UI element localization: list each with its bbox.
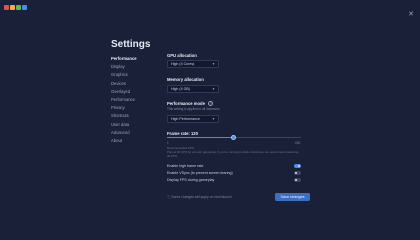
performance-mode-select[interactable]: High Performance ▼ [167, 115, 219, 123]
toggle-knob [294, 171, 298, 175]
memory-allocation-select[interactable]: High (4 GB) ▼ [167, 85, 219, 93]
logo-icon [4, 5, 27, 10]
performance-mode-label-text: Performance mode [167, 101, 205, 106]
frame-rate-slider-fill [167, 137, 234, 139]
vsync-toggle[interactable] [294, 171, 301, 175]
high-frame-rate-toggle[interactable] [294, 164, 301, 168]
frame-rate-max-label: 240 [295, 141, 301, 145]
frame-rate-slider[interactable] [167, 135, 301, 140]
sidebar-item-performance-2[interactable]: Performance [111, 96, 157, 104]
footer-note: ⓘ Some changes will apply on next launch [167, 194, 232, 199]
page-title: Settings [111, 39, 151, 50]
chevron-down-icon: ▼ [211, 117, 215, 121]
toggle-label: Display FPS during gameplay [167, 178, 215, 182]
settings-sidebar: Performance Display Graphics Devices Ove… [111, 55, 157, 145]
chevron-down-icon: ▼ [211, 87, 215, 91]
footer-note-text: Some changes will apply on next launch [171, 195, 232, 199]
performance-mode-value: High Performance [171, 117, 200, 121]
frame-rate-min-label: 1 [167, 141, 169, 145]
performance-mode-label: Performance mode ? [167, 101, 214, 107]
memory-allocation-label: Memory allocation [167, 77, 204, 82]
sidebar-item-advanced[interactable]: Advanced [111, 129, 157, 137]
sidebar-item-privacy[interactable]: Privacy [111, 104, 157, 112]
sidebar-item-performance[interactable]: Performance [111, 55, 157, 63]
frame-rate-label: Frame rate: 120 [167, 131, 198, 136]
sidebar-item-shortcuts[interactable]: Shortcuts [111, 112, 157, 120]
info-icon: ⓘ [167, 195, 171, 199]
toggle-row-display-fps: Display FPS during gameplay [167, 177, 303, 183]
gpu-allocation-select[interactable]: High (4 Cores) ▼ [167, 60, 219, 68]
help-icon[interactable]: ? [208, 101, 214, 107]
toggle-knob [294, 178, 298, 182]
toggle-label: Enable high frame rate [167, 164, 204, 168]
toggle-knob [297, 164, 301, 168]
sidebar-item-devices[interactable]: Devices [111, 80, 157, 88]
chevron-down-icon: ▼ [211, 62, 215, 66]
gpu-allocation-label: GPU allocation [167, 53, 197, 58]
toggle-row-vsync: Enable VSync (to prevent screen tearing) [167, 170, 303, 176]
close-icon[interactable]: ✕ [408, 11, 414, 18]
app-logo [4, 3, 34, 13]
gpu-allocation-value: High (4 Cores) [171, 62, 195, 66]
toggle-label: Enable VSync (to prevent screen tearing) [167, 171, 233, 175]
display-fps-toggle[interactable] [294, 178, 301, 182]
sidebar-item-user-data[interactable]: User data [111, 121, 157, 129]
sidebar-item-graphics[interactable]: Graphics [111, 71, 157, 79]
frame-rate-slider-handle[interactable] [231, 135, 237, 140]
save-changes-button[interactable]: Save changes [275, 193, 310, 201]
sidebar-item-overlayed[interactable]: Overlayed [111, 88, 157, 96]
sidebar-item-about[interactable]: About [111, 137, 157, 145]
sidebar-item-display[interactable]: Display [111, 63, 157, 71]
frame-rate-hint-text: Play at 60 FPS for smooth gameplay. If y… [167, 150, 299, 158]
memory-allocation-value: High (4 GB) [171, 87, 190, 91]
toggle-row-high-frame-rate: Enable high frame rate [167, 163, 303, 169]
performance-mode-subtitle: This setting is applied to all instances [167, 107, 220, 111]
